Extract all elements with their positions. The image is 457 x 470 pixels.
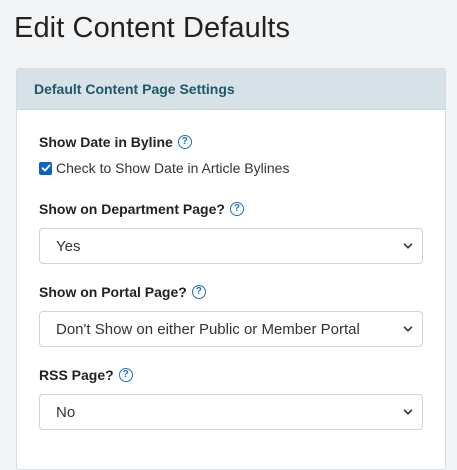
show-date-checkbox[interactable] bbox=[39, 161, 52, 175]
show-date-checkbox-row[interactable]: Check to Show Date in Article Bylines bbox=[39, 160, 425, 176]
rss-page-label-text: RSS Page? bbox=[39, 367, 114, 383]
chevron-down-icon bbox=[403, 409, 413, 415]
rss-page-field: RSS Page? ? No bbox=[39, 367, 425, 430]
rss-page-label: RSS Page? ? bbox=[39, 367, 425, 383]
portal-page-select[interactable]: Don't Show on either Public or Member Po… bbox=[39, 311, 423, 347]
portal-page-label: Show on Portal Page? ? bbox=[39, 284, 425, 300]
chevron-down-icon bbox=[403, 326, 413, 332]
card-header: Default Content Page Settings bbox=[17, 69, 445, 110]
checkmark-icon bbox=[41, 164, 50, 172]
show-date-checkbox-label[interactable]: Check to Show Date in Article Bylines bbox=[56, 160, 289, 176]
show-date-field: Show Date in Byline ? Check to Show Date… bbox=[39, 134, 425, 176]
department-page-label: Show on Department Page? ? bbox=[39, 201, 425, 217]
department-page-select[interactable]: Yes bbox=[39, 228, 423, 264]
settings-card: Default Content Page Settings Show Date … bbox=[16, 68, 446, 470]
help-icon[interactable]: ? bbox=[118, 368, 133, 382]
portal-page-label-text: Show on Portal Page? bbox=[39, 284, 187, 300]
department-page-field: Show on Department Page? ? Yes bbox=[39, 201, 425, 264]
portal-page-select-value: Don't Show on either Public or Member Po… bbox=[56, 320, 360, 338]
help-icon[interactable]: ? bbox=[191, 285, 206, 299]
rss-page-select[interactable]: No bbox=[39, 394, 423, 430]
help-icon[interactable]: ? bbox=[229, 202, 244, 216]
show-date-label-text: Show Date in Byline bbox=[39, 134, 173, 150]
department-page-label-text: Show on Department Page? bbox=[39, 201, 225, 217]
card-body: Show Date in Byline ? Check to Show Date… bbox=[17, 134, 445, 430]
page-title: Edit Content Defaults bbox=[14, 12, 291, 44]
portal-page-field: Show on Portal Page? ? Don't Show on eit… bbox=[39, 284, 425, 347]
department-page-select-value: Yes bbox=[56, 237, 81, 255]
chevron-down-icon bbox=[403, 243, 413, 249]
help-icon[interactable]: ? bbox=[177, 135, 192, 149]
rss-page-select-value: No bbox=[56, 403, 76, 421]
show-date-label: Show Date in Byline ? bbox=[39, 134, 425, 150]
